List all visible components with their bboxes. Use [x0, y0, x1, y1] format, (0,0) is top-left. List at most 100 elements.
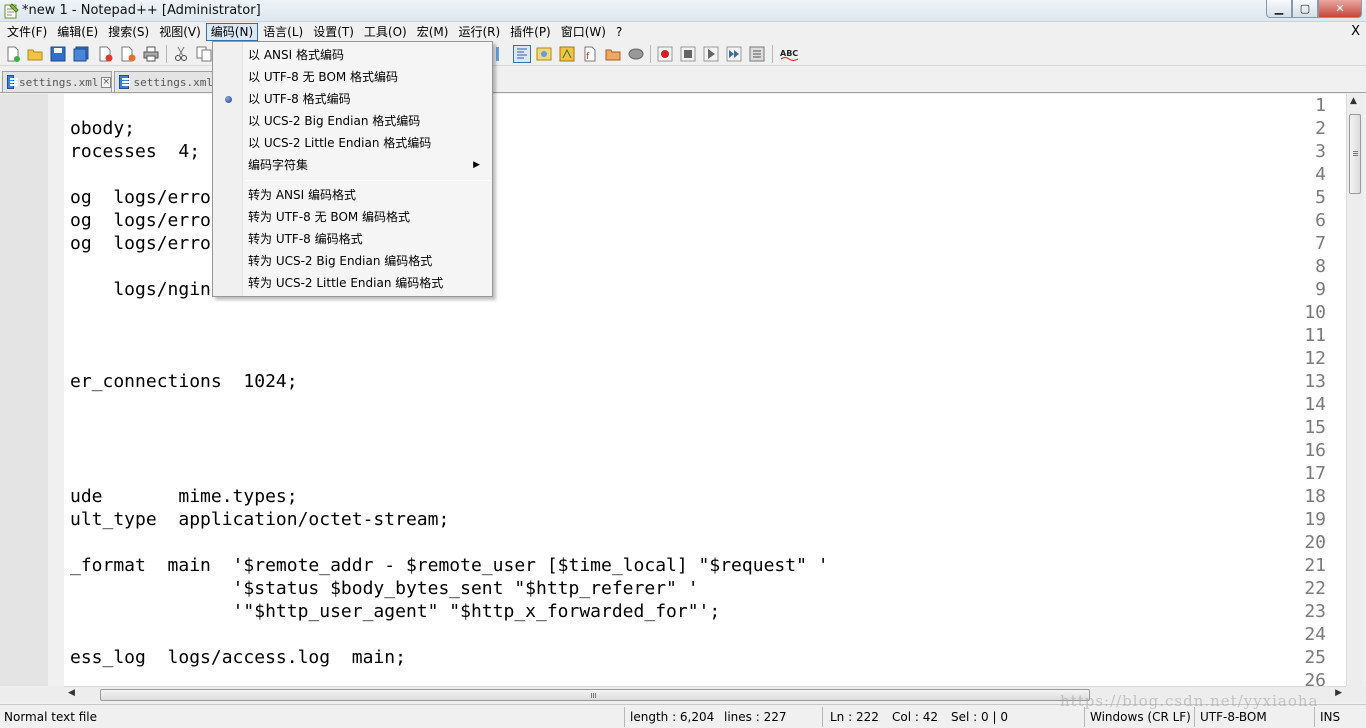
menu-item-label: 转为 UCS-2 Big Endian 编码格式 [248, 254, 433, 268]
status-separator [1314, 707, 1315, 727]
menu-item-convert-ansi[interactable]: 转为 ANSI 编码格式 [215, 184, 490, 206]
status-separator [1084, 707, 1085, 727]
menu-item-encode-ucs2-be[interactable]: 以 UCS-2 Big Endian 格式编码 [215, 110, 490, 132]
code-line: ess_log logs/access.log main; [70, 647, 406, 668]
minimize-icon: ▁ [1274, 2, 1284, 15]
notepad-plus-icon [4, 3, 19, 19]
menu-item-label: 以 UTF-8 格式编码 [248, 92, 351, 106]
play-macro-icon[interactable] [703, 46, 719, 62]
status-eol[interactable]: Windows (CR LF) [1090, 710, 1191, 724]
tab-settings-xml-1[interactable]: settings.xml × [2, 71, 112, 92]
scroll-right-icon[interactable]: ▶ [1335, 688, 1342, 698]
code-line: _format main '$remote_addr - $remote_use… [70, 555, 829, 576]
toolbar-separator [650, 45, 651, 63]
menu-window[interactable]: 窗口(W) [556, 23, 611, 41]
status-separator [822, 707, 823, 727]
print-icon[interactable] [143, 46, 159, 62]
function-list-icon[interactable]: f [582, 46, 598, 62]
menu-item-convert-ucs2-be[interactable]: 转为 UCS-2 Big Endian 编码格式 [215, 250, 490, 272]
close-document-button[interactable]: X [1351, 24, 1360, 39]
menu-item-label: 转为 UCS-2 Little Endian 编码格式 [248, 276, 444, 290]
editor[interactable]: 1 2 3 4 5 6 7 8 9 10 11 12 13 14 15 16 17 18 19 20 21 22 23 24 2… [0, 94, 1346, 686]
menu-plugins[interactable]: 插件(P) [505, 23, 556, 41]
tab-label: settings.xml [18, 75, 99, 89]
svg-text:ABC: ABC [780, 49, 798, 58]
menu-tools[interactable]: 工具(O) [359, 23, 412, 41]
menu-item-encode-ucs2-le[interactable]: 以 UCS-2 Little Endian 格式编码 [215, 132, 490, 154]
document-map-icon[interactable] [559, 46, 575, 62]
menu-item-convert-utf8[interactable]: 转为 UTF-8 编码格式 [215, 228, 490, 250]
save-icon[interactable] [50, 46, 66, 62]
menu-item-encode-utf8-nobom[interactable]: 以 UTF-8 无 BOM 格式编码 [215, 66, 490, 88]
menu-item-label: 编码字符集 [248, 158, 309, 172]
vertical-scroll-thumb[interactable] [1349, 114, 1361, 194]
menu-item-encode-utf8[interactable]: 以 UTF-8 格式编码 [215, 88, 490, 110]
menu-encoding[interactable]: 编码(N) [205, 23, 259, 41]
cut-icon[interactable] [173, 46, 189, 62]
status-encoding[interactable]: UTF-8-BOM [1200, 710, 1267, 724]
status-separator [1194, 707, 1195, 727]
menu-macro[interactable]: 宏(M) [412, 23, 454, 41]
menu-item-label: 以 UCS-2 Little Endian 格式编码 [248, 136, 432, 150]
vertical-scrollbar[interactable]: ▲ [1346, 94, 1363, 686]
menu-view[interactable]: 视图(V) [154, 23, 206, 41]
menu-edit[interactable]: 编辑(E) [52, 23, 103, 41]
new-file-icon[interactable] [5, 46, 21, 62]
watermark: https://blog.csdn.net/yyxiaoha [1060, 692, 1319, 710]
menu-item-convert-utf8-nobom[interactable]: 转为 UTF-8 无 BOM 编码格式 [215, 206, 490, 228]
menu-item-label: 转为 UTF-8 编码格式 [248, 232, 363, 246]
menu-file[interactable]: 文件(F) [2, 23, 52, 41]
open-file-icon[interactable] [27, 46, 43, 62]
submenu-arrow-icon: ▶ [473, 160, 480, 170]
fold-margin[interactable] [48, 94, 64, 686]
file-icon [7, 75, 18, 89]
menu-language[interactable]: 语言(L) [258, 23, 308, 41]
maximize-icon: ▢ [1299, 2, 1311, 15]
menu-run[interactable]: 运行(R) [453, 23, 505, 41]
menu-item-character-sets[interactable]: 编码字符集 ▶ [215, 154, 490, 176]
menu-item-convert-ucs2-le[interactable]: 转为 UCS-2 Little Endian 编码格式 [215, 272, 490, 294]
stop-macro-icon[interactable] [680, 46, 696, 62]
window-controls: ▁ ▢ ✕ [1266, 0, 1362, 20]
menu-item-label: 转为 UTF-8 无 BOM 编码格式 [248, 210, 411, 224]
close-window-button[interactable]: ✕ [1318, 0, 1362, 18]
save-macro-icon[interactable] [749, 46, 765, 62]
toolbar-separator [166, 45, 167, 63]
menu-item-label: 转为 ANSI 编码格式 [248, 188, 356, 202]
close-file-icon[interactable] [97, 46, 113, 62]
code-line: rocesses 4; [70, 141, 201, 162]
spellcheck-icon[interactable]: ABC [780, 46, 800, 62]
copy-icon[interactable] [196, 46, 212, 62]
window-title: *new 1 - Notepad++ [Administrator] [22, 3, 261, 18]
maximize-button[interactable]: ▢ [1292, 0, 1318, 18]
menu-item-label: 以 UCS-2 Big Endian 格式编码 [248, 114, 421, 128]
record-macro-icon[interactable] [657, 46, 673, 62]
scroll-up-icon[interactable]: ▲ [1350, 96, 1357, 106]
close-icon: ✕ [1335, 2, 1345, 15]
tab-settings-xml-2[interactable]: settings.xml [114, 71, 214, 92]
minimize-button[interactable]: ▁ [1266, 0, 1292, 18]
radio-checked-icon [225, 96, 232, 103]
status-insert-mode[interactable]: INS [1320, 710, 1340, 724]
code-line: logs/ngin [70, 279, 211, 300]
indent-guide-icon[interactable] [513, 45, 531, 63]
menu-help[interactable]: ? [611, 23, 627, 41]
save-all-icon[interactable] [73, 46, 89, 62]
play-multiple-macro-icon[interactable] [726, 46, 742, 62]
menu-item-encode-ansi[interactable]: 以 ANSI 格式编码 [215, 44, 490, 66]
menu-search[interactable]: 搜索(S) [103, 23, 154, 41]
code-line: ult_type application/octet-stream; [70, 509, 450, 530]
menu-bar: 文件(F) 编辑(E) 搜索(S) 视图(V) 编码(N) 语言(L) 设置(T… [0, 22, 1366, 42]
code-line: og logs/erro [70, 187, 211, 208]
close-all-icon[interactable] [120, 46, 136, 62]
tab-close-icon[interactable]: × [101, 76, 111, 88]
menu-settings[interactable]: 设置(T) [308, 23, 359, 41]
folder-workspace-icon[interactable] [605, 46, 621, 62]
horizontal-scroll-thumb[interactable] [100, 689, 1090, 701]
code-line: og logs/erro [70, 210, 211, 231]
monitoring-icon[interactable] [628, 46, 644, 62]
toolbar-separator [772, 45, 773, 63]
user-language-icon[interactable] [536, 46, 552, 62]
scroll-left-icon[interactable]: ◀ [68, 688, 75, 698]
word-wrap-icon[interactable] [491, 46, 507, 62]
